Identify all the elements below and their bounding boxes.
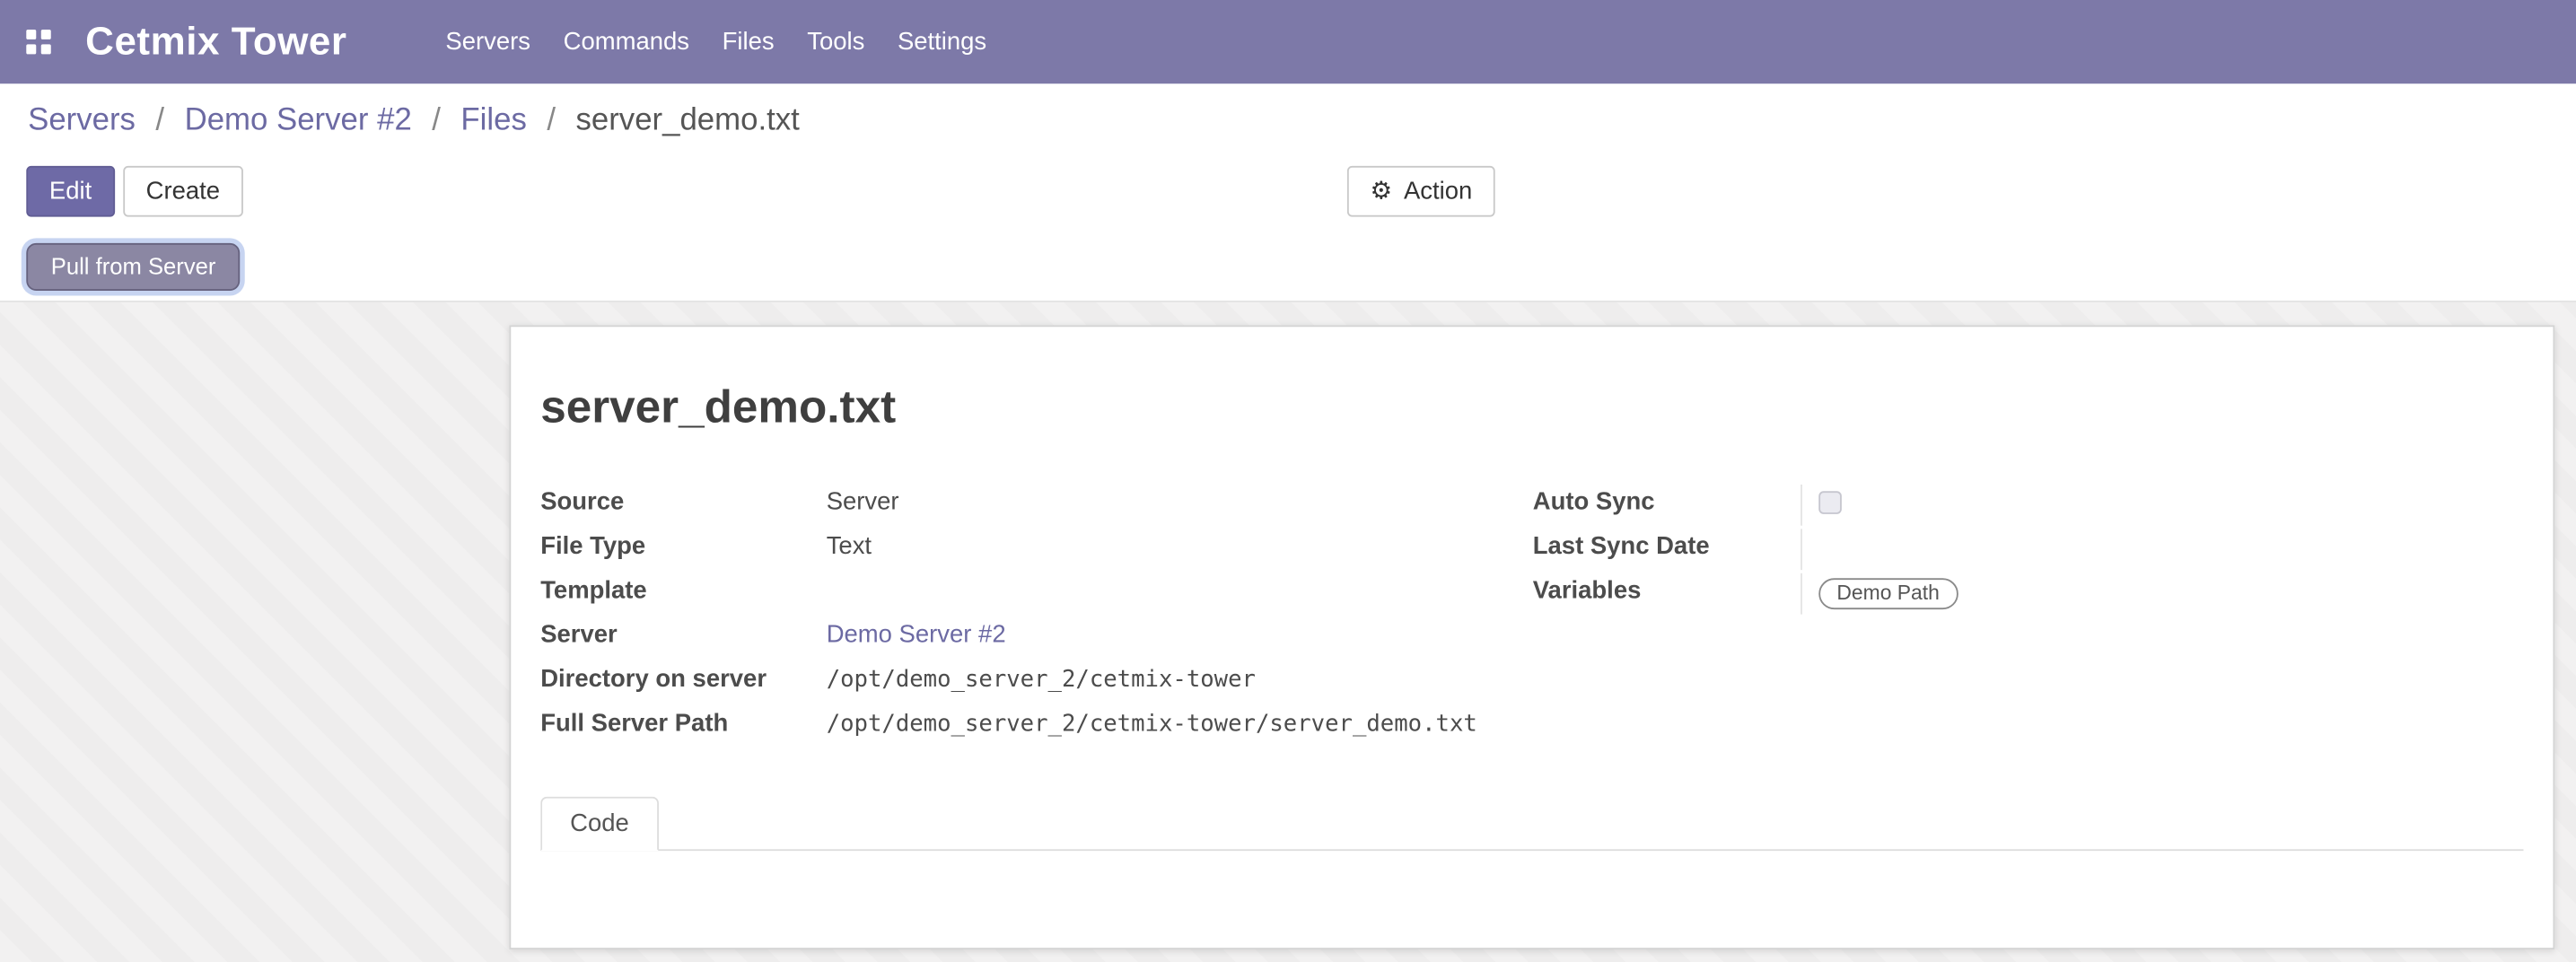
breadcrumb-current: server_demo.txt [575,103,799,137]
breadcrumb-servers[interactable]: Servers [28,103,136,137]
edit-button[interactable]: Edit [26,166,115,217]
menu-item-tools[interactable]: Tools [791,0,881,83]
menu-item-servers[interactable]: Servers [429,0,547,83]
field-row-template: Template [540,573,1503,617]
object-buttons-row: Pull from Server [0,243,2576,291]
field-row-auto-sync: Auto Sync [1533,485,2524,529]
page: Cetmix Tower Servers Commands Files Tool… [0,0,2576,962]
field-label: Source [540,485,826,516]
action-button[interactable]: ⚙ Action [1347,166,1495,217]
field-group-right: Auto Sync Last Sync Date Variables Demo … [1533,485,2524,751]
auto-sync-checkbox[interactable] [1818,491,1842,514]
breadcrumb-separator: / [432,103,441,137]
pull-from-server-button[interactable]: Pull from Server [26,243,241,291]
field-value-full-path: /opt/demo_server_2/cetmix-tower/server_d… [827,706,1477,738]
form-view-background: server_demo.txt Source Server File Type … [0,301,2576,962]
field-value-last-sync [1801,529,2523,570]
field-value-server-link[interactable]: Demo Server #2 [827,617,1006,649]
field-label: Last Sync Date [1533,529,1801,560]
field-value-variables: Demo Path [1801,573,2523,615]
field-label: File Type [540,529,826,560]
field-value-source: Server [827,485,899,516]
field-row-directory: Directory on server /opt/demo_server_2/c… [540,662,1503,706]
field-value-file-type: Text [827,529,872,560]
menu-item-files[interactable]: Files [705,0,791,83]
action-button-label: Action [1404,168,1472,215]
apps-grid-icon[interactable] [26,30,50,54]
field-row-server: Server Demo Server #2 [540,617,1503,661]
field-row-full-path: Full Server Path /opt/demo_server_2/cetm… [540,706,1503,750]
form-toolbar: Edit Create ⚙ Action [0,166,2576,217]
menu-item-commands[interactable]: Commands [547,0,705,83]
field-label: Variables [1533,573,1801,605]
field-label: Server [540,617,826,649]
form-sheet: server_demo.txt Source Server File Type … [509,325,2554,949]
create-button[interactable]: Create [123,166,243,217]
breadcrumb: Servers / Demo Server #2 / Files / serve… [0,83,2576,151]
field-label: Directory on server [540,662,826,694]
field-row-source: Source Server [540,485,1503,529]
breadcrumb-files[interactable]: Files [460,103,526,137]
field-label: Auto Sync [1533,485,1801,516]
top-navbar: Cetmix Tower Servers Commands Files Tool… [0,0,2576,83]
main-menu: Servers Commands Files Tools Settings [429,0,1003,83]
notebook-tabs: Code [540,797,2523,851]
breadcrumb-demo-server[interactable]: Demo Server #2 [185,103,412,137]
field-row-last-sync: Last Sync Date [1533,529,2524,573]
menu-item-settings[interactable]: Settings [881,0,1003,83]
field-row-variables: Variables Demo Path [1533,573,2524,617]
field-row-file-type: File Type Text [540,529,1503,573]
variable-tag-demo-path: Demo Path [1818,578,1958,609]
field-label: Template [540,573,826,605]
gear-icon: ⚙ [1371,179,1393,204]
brand-title[interactable]: Cetmix Tower [85,19,346,65]
field-label: Full Server Path [540,706,826,738]
field-groups: Source Server File Type Text Template Se… [540,485,2523,751]
page-title: server_demo.txt [540,380,2523,433]
field-group-left: Source Server File Type Text Template Se… [540,485,1503,751]
field-value-directory: /opt/demo_server_2/cetmix-tower [827,662,1256,694]
breadcrumb-separator: / [155,103,164,137]
breadcrumb-separator: / [547,103,556,137]
field-value-auto-sync [1801,485,2523,526]
tab-code[interactable]: Code [540,797,659,851]
